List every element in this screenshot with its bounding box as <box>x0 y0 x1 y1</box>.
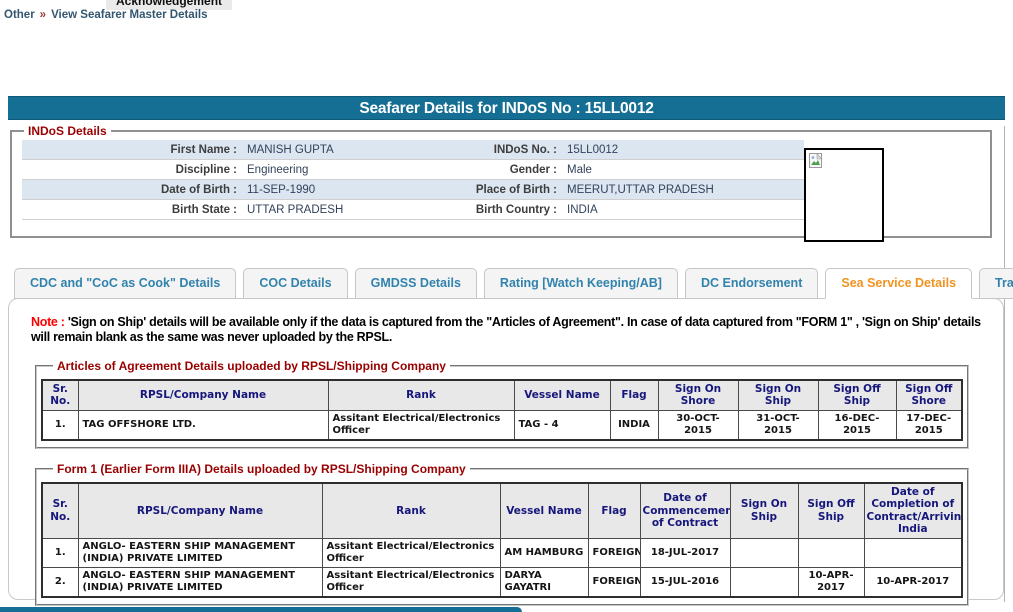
cell-sign-on-ship: 31-OCT-2015 <box>738 410 818 440</box>
field-label-date-of-birth: Date of Birth : <box>22 180 244 199</box>
tab-bar: CDC and "CoC as Cook" DetailsCOC Details… <box>14 268 1013 299</box>
tab-sea-service-details[interactable]: Sea Service Details <box>825 268 972 299</box>
cell-flag: INDIA <box>610 410 658 440</box>
cell-vessel-name: DARYA GAYATRI <box>500 568 588 598</box>
column-header-sr-no: Sr. No. <box>42 483 78 539</box>
cell-rpsl-company-name: ANGLO- EASTERN SHIP MANAGEMENT (INDIA) P… <box>78 568 322 598</box>
tab-rating-watch-keeping-ab[interactable]: Rating [Watch Keeping/AB] <box>484 268 678 299</box>
cell-flag: FOREIGN <box>588 539 640 568</box>
field-value-11-sep-1990: 11-SEP-1990 <box>244 180 462 199</box>
indos-details-legend: INDoS Details <box>24 124 111 138</box>
articles-of-agreement-fieldset: Articles of Agreement Details uploaded b… <box>35 359 969 449</box>
field-label-first-name: First Name : <box>22 140 244 159</box>
field-label-indos-no: INDoS No. : <box>462 140 564 159</box>
cell-date-of-completion-of-contract-arriving-india: 10-APR-2017 <box>864 568 962 598</box>
cell-date-of-completion-of-contract-arriving-india <box>864 539 962 568</box>
tab-dc-endorsement[interactable]: DC Endorsement <box>685 268 818 299</box>
indos-row: Discipline :EngineeringGender :Male <box>22 160 804 180</box>
form1-legend: Form 1 (Earlier Form IIIA) Details uploa… <box>53 462 470 476</box>
column-header-rpsl-company-name: RPSL/Company Name <box>78 380 328 411</box>
indos-row: Birth State :UTTAR PRADESHBirth Country … <box>22 200 804 220</box>
table-row: 1.TAG OFFSHORE LTD.Assitant Electrical/E… <box>42 410 962 440</box>
form1-table: Sr. No.RPSL/Company NameRankVessel NameF… <box>41 482 963 598</box>
cell-date-of-commencement-of-contract: 18-JUL-2017 <box>640 539 730 568</box>
note-label: Note : <box>31 315 65 329</box>
menu-item-label: Acknowledgement <box>116 0 222 8</box>
field-value-15ll0012: 15LL0012 <box>564 140 804 159</box>
field-value-meerut-uttar-pradesh: MEERUT,UTTAR PRADESH <box>564 180 804 199</box>
column-header-sign-off-ship: Sign Off Ship <box>818 380 896 411</box>
field-label-birth-country: Birth Country : <box>462 200 564 219</box>
column-header-sign-off-ship: Sign Off Ship <box>798 483 864 539</box>
field-label-gender: Gender : <box>462 160 564 179</box>
articles-of-agreement-legend: Articles of Agreement Details uploaded b… <box>53 359 450 373</box>
column-header-vessel-name: Vessel Name <box>500 483 588 539</box>
cell-sr-no: 1. <box>42 410 78 440</box>
column-header-sign-on-ship: Sign On Ship <box>730 483 798 539</box>
sign-on-ship-note: Note : 'Sign on Ship' details will be av… <box>31 315 985 346</box>
cell-sign-on-shore: 30-OCT-2015 <box>658 410 738 440</box>
column-header-date-of-completion-of-contract-arriving-india: Date of Completion of Contract/Arriving … <box>864 483 962 539</box>
field-label-birth-state: Birth State : <box>22 200 244 219</box>
column-header-sign-off-shore: Sign Off Shore <box>896 380 962 411</box>
table-row: 2.ANGLO- EASTERN SHIP MANAGEMENT (INDIA)… <box>42 568 962 598</box>
cell-date-of-commencement-of-contract: 15-JUL-2016 <box>640 568 730 598</box>
tab-gmdss-details[interactable]: GMDSS Details <box>355 268 477 299</box>
tab-cdc-and-coc-as-cook-details[interactable]: CDC and "CoC as Cook" Details <box>14 268 236 299</box>
cell-sr-no: 1. <box>42 539 78 568</box>
cell-rank: Assitant Electrical/Electronics Officer <box>328 410 514 440</box>
cell-sr-no: 2. <box>42 568 78 598</box>
column-header-flag: Flag <box>588 483 640 539</box>
column-header-sr-no: Sr. No. <box>42 380 78 411</box>
cell-sign-off-ship <box>798 539 864 568</box>
sea-service-panel: Note : 'Sign on Ship' details will be av… <box>8 298 1004 600</box>
page-title: Seafarer Details for INDoS No : 15LL0012 <box>8 96 1005 120</box>
field-label-discipline: Discipline : <box>22 160 244 179</box>
articles-of-agreement-table: Sr. No.RPSL/Company NameRankVessel NameF… <box>41 379 963 441</box>
column-header-rank: Rank <box>328 380 514 411</box>
field-value-manish-gupta: MANISH GUPTA <box>244 140 462 159</box>
column-header-sign-on-shore: Sign On Shore <box>658 380 738 411</box>
cell-rank: Assitant Electrical/Electronics Officer <box>322 568 500 598</box>
bottom-bar <box>0 607 522 612</box>
column-header-date-of-commencement-of-contract: Date of Commencement of Contract <box>640 483 730 539</box>
column-header-vessel-name: Vessel Name <box>514 380 610 411</box>
tab-training-details[interactable]: Training Details <box>979 268 1013 299</box>
note-text: 'Sign on Ship' details will be available… <box>31 315 981 344</box>
breadcrumb-current[interactable]: View Seafarer Master Details <box>51 9 207 21</box>
field-value-male: Male <box>564 160 804 179</box>
cell-sign-on-ship <box>730 568 798 598</box>
indos-details-table: First Name :MANISH GUPTAINDoS No. :15LL0… <box>22 140 804 220</box>
cell-sign-on-ship <box>730 539 798 568</box>
table-row: 1.ANGLO- EASTERN SHIP MANAGEMENT (INDIA)… <box>42 539 962 568</box>
right-edge-divider <box>1004 126 1005 602</box>
breadcrumb-separator-icon: » <box>40 9 46 21</box>
field-label-place-of-birth: Place of Birth : <box>462 180 564 199</box>
column-header-flag: Flag <box>610 380 658 411</box>
cell-sign-off-ship: 16-DEC-2015 <box>818 410 896 440</box>
breadcrumb-section[interactable]: Other <box>4 9 35 21</box>
form1-fieldset: Form 1 (Earlier Form IIIA) Details uploa… <box>35 462 969 606</box>
indos-row: First Name :MANISH GUPTAINDoS No. :15LL0… <box>22 140 804 160</box>
cell-vessel-name: AM HAMBURG <box>500 539 588 568</box>
field-value-india: INDIA <box>564 200 804 219</box>
indos-details-fieldset: INDoS Details First Name :MANISH GUPTAIN… <box>10 124 992 238</box>
column-header-rank: Rank <box>322 483 500 539</box>
column-header-rpsl-company-name: RPSL/Company Name <box>78 483 322 539</box>
column-header-sign-on-ship: Sign On Ship <box>738 380 818 411</box>
cell-rpsl-company-name: ANGLO- EASTERN SHIP MANAGEMENT (INDIA) P… <box>78 539 322 568</box>
cell-sign-off-ship: 10-APR-2017 <box>798 568 864 598</box>
broken-image-icon <box>809 153 824 168</box>
breadcrumb: Other » View Seafarer Master Details <box>4 9 207 21</box>
seafarer-photo-placeholder <box>804 148 884 242</box>
indos-row: Date of Birth :11-SEP-1990Place of Birth… <box>22 180 804 200</box>
cell-flag: FOREIGN <box>588 568 640 598</box>
cell-rank: Assitant Electrical/Electronics Officer <box>322 539 500 568</box>
field-value-uttar-pradesh: UTTAR PRADESH <box>244 200 462 219</box>
cell-vessel-name: TAG - 4 <box>514 410 610 440</box>
field-value-engineering: Engineering <box>244 160 462 179</box>
cell-rpsl-company-name: TAG OFFSHORE LTD. <box>78 410 328 440</box>
cell-sign-off-shore: 17-DEC-2015 <box>896 410 962 440</box>
tab-coc-details[interactable]: COC Details <box>243 268 347 299</box>
